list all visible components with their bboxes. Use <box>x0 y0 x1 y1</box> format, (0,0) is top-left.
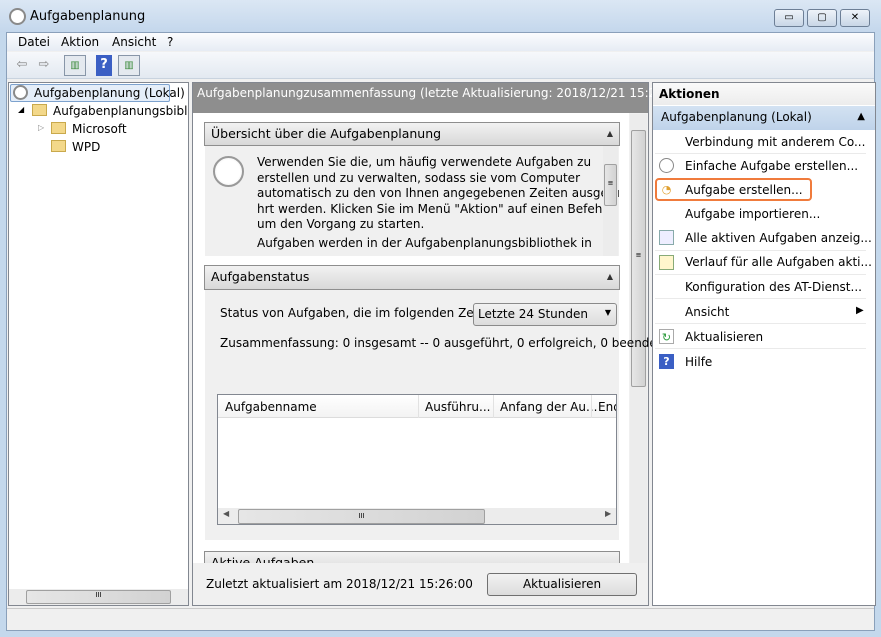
tree-item-root[interactable]: Aufgabenplanung (Lokal) <box>34 86 185 100</box>
status-title: Aufgabenstatus <box>211 269 310 284</box>
actions-header: Aktionen <box>653 83 875 105</box>
status-summary: Zusammenfassung: 0 insgesamt -- 0 ausgef… <box>220 336 673 350</box>
action-at-config[interactable]: Konfiguration des AT-Dienst... <box>685 280 862 294</box>
column-ende[interactable]: End <box>598 400 616 414</box>
divider <box>655 298 866 299</box>
expanded-arrow-icon[interactable]: ◢ <box>18 105 24 114</box>
overview-line: automatisch zu den von Ihnen angegebenen… <box>257 186 619 200</box>
group-title: Aufgabenplanung (Lokal) <box>661 110 812 124</box>
divider <box>655 348 866 349</box>
overview-title: Übersicht über die Aufgabenplanung <box>211 126 442 141</box>
clock-icon <box>9 8 26 25</box>
collapse-icon[interactable]: ▲ <box>607 272 613 281</box>
forward-icon[interactable]: ⇨ <box>33 55 55 76</box>
menu-ansicht[interactable]: Ansicht <box>112 35 156 49</box>
overview-section-header[interactable]: Übersicht über die Aufgabenplanung ▲ <box>204 122 620 146</box>
action-connect[interactable]: Verbindung mit anderem Co... <box>685 135 865 149</box>
basic-task-icon <box>659 158 674 173</box>
collapsed-arrow-icon[interactable]: ▷ <box>38 123 44 132</box>
minimize-button[interactable]: ▭ <box>774 9 804 27</box>
active-section-header-clip: Aktive Aufgaben <box>204 551 620 563</box>
clock-icon <box>13 85 28 100</box>
overview-line: erstellen und zu verwalten, sodass sie v… <box>257 170 580 185</box>
overview-text: Verwenden Sie die, um häufig verwendete … <box>257 155 619 251</box>
collapse-icon[interactable]: ▲ <box>607 129 613 138</box>
status-filter-label: Status von Aufgaben, die im folgenden Ze… <box>220 306 497 320</box>
folder-icon <box>51 140 66 152</box>
help-icon[interactable]: ? <box>96 55 112 76</box>
task-table: Aufgabenname Ausführu... Anfang der Au..… <box>217 394 617 525</box>
divider <box>655 250 866 251</box>
scroll-right-icon[interactable]: ▶ <box>605 509 611 518</box>
last-updated-text: Zuletzt aktualisiert am 2018/12/21 15:26… <box>206 577 473 591</box>
scrollbar-thumb[interactable]: ≡ <box>604 164 617 206</box>
column-divider <box>591 395 592 418</box>
action-refresh[interactable]: Aktualisieren <box>685 330 763 344</box>
action-create-task[interactable]: Aufgabe erstellen... <box>685 183 803 197</box>
divider <box>655 153 866 154</box>
folder-icon <box>51 122 66 134</box>
scrollbar-thumb[interactable]: III <box>238 509 485 524</box>
divider <box>655 323 866 324</box>
help-icon: ? <box>659 354 674 369</box>
action-import-task[interactable]: Aufgabe importieren... <box>685 207 820 221</box>
actions-group-header[interactable]: Aufgabenplanung (Lokal) ▲ <box>653 106 875 130</box>
action-enable-history[interactable]: Verlauf für alle Aufgaben akti... <box>685 255 872 269</box>
chevron-down-icon: ▼ <box>604 308 611 317</box>
folder-clock-icon <box>32 104 47 116</box>
column-anfang[interactable]: Anfang der Au... <box>500 400 597 414</box>
action-view[interactable]: Ansicht <box>685 305 729 319</box>
show-hide-tree-icon[interactable]: ▥ <box>64 55 86 76</box>
active-title: Aktive Aufgaben <box>211 555 315 563</box>
scroll-left-icon[interactable]: ◀ <box>223 509 229 518</box>
active-section-header[interactable]: Aktive Aufgaben <box>204 551 620 563</box>
tree-item-wpd[interactable]: WPD <box>72 140 100 154</box>
close-button[interactable]: ✕ <box>840 9 870 27</box>
create-task-icon: ◔ <box>661 183 672 196</box>
show-hide-action-pane-icon[interactable]: ▥ <box>118 55 140 76</box>
menu-datei[interactable]: Datei <box>18 35 50 49</box>
overview-body: Verwenden Sie die, um häufig verwendete … <box>205 146 619 256</box>
column-aufgabenname[interactable]: Aufgabenname <box>225 400 317 414</box>
tree-panel <box>8 82 189 606</box>
column-ausfuehrung[interactable]: Ausführu... <box>425 400 490 414</box>
menu-help[interactable]: ? <box>167 35 173 49</box>
running-tasks-icon <box>659 230 674 245</box>
summary-header: Aufgabenplanungzusammenfassung (letzte A… <box>193 83 688 113</box>
refresh-button[interactable]: Aktualisieren <box>487 573 637 596</box>
column-divider <box>493 395 494 418</box>
overview-line: um den Vorgang zu starten. <box>257 217 425 231</box>
status-bar <box>7 608 874 630</box>
divider <box>655 274 866 275</box>
window-title: Aufgabenplanung <box>30 9 146 24</box>
overview-line: Verwenden Sie die, um häufig verwendete … <box>257 155 592 169</box>
maximize-button[interactable]: ▢ <box>807 9 837 27</box>
tree-item-microsoft[interactable]: Microsoft <box>72 122 127 136</box>
history-icon <box>659 255 674 270</box>
back-icon[interactable]: ⇦ <box>11 55 33 76</box>
dropdown-value: Letzte 24 Stunden <box>478 307 588 321</box>
time-range-dropdown[interactable]: Letzte 24 Stunden ▼ <box>473 303 617 326</box>
action-help[interactable]: Hilfe <box>685 355 712 369</box>
refresh-icon: ↻ <box>659 329 674 344</box>
menu-aktion[interactable]: Aktion <box>61 35 99 49</box>
collapse-icon[interactable]: ▲ <box>857 111 865 122</box>
action-show-running[interactable]: Alle aktiven Aufgaben anzeig... <box>685 231 872 245</box>
status-section-header[interactable]: Aufgabenstatus ▲ <box>204 265 620 290</box>
overview-line: Aufgaben werden in der Aufgabenplanungsb… <box>257 235 592 250</box>
action-create-basic-task[interactable]: Einfache Aufgabe erstellen... <box>685 159 858 173</box>
submenu-arrow-icon: ▶ <box>856 305 864 316</box>
overview-line: hrt werden. Klicken Sie im Menü "Aktion"… <box>257 201 610 216</box>
scrollbar-thumb[interactable]: III <box>26 590 171 604</box>
clock-icon <box>213 156 244 187</box>
column-divider <box>418 395 419 418</box>
tree-item-library[interactable]: Aufgabenplanungsbibliot <box>53 104 187 118</box>
